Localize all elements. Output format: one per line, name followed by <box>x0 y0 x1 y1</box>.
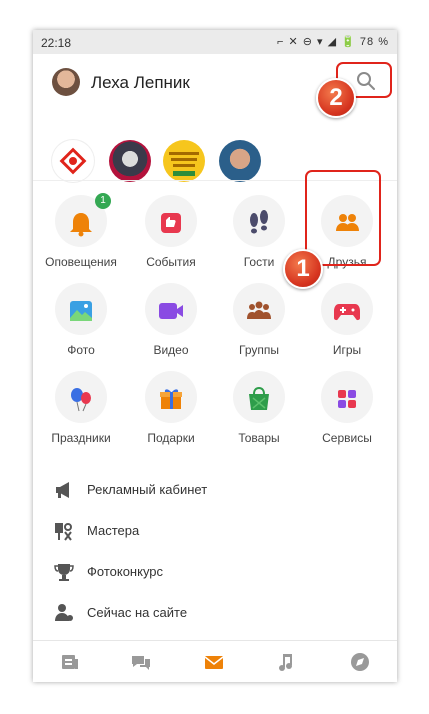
balloons-icon <box>71 388 91 412</box>
grid-item-gifts[interactable]: Подарки <box>125 365 217 445</box>
grid-item-notifications[interactable]: 1 Оповещения <box>35 189 127 269</box>
grid-item-holidays[interactable]: Праздники <box>35 365 127 445</box>
tab-feed[interactable] <box>59 651 81 673</box>
tools-icon <box>55 523 72 541</box>
tab-music[interactable] <box>275 651 297 673</box>
menu-item-ad-cabinet[interactable]: Рекламный кабинет <box>33 470 397 510</box>
grid-item-groups[interactable]: Группы <box>213 277 305 357</box>
bell-icon <box>70 213 92 237</box>
tab-discover[interactable] <box>349 651 371 673</box>
grid-item-label: Оповещения <box>45 255 117 269</box>
man-story-icon[interactable] <box>219 140 261 182</box>
story-item[interactable] <box>52 140 94 182</box>
compass-icon <box>351 653 369 671</box>
grid-item-label: Подарки <box>147 431 195 445</box>
profile-name[interactable]: Леха Лепник <box>91 73 190 93</box>
phone-screen: 22:18 ⌐ ✕ ⊖ ▾ ◢ 🔋 78 % Леха Лепник 1 Опо… <box>33 30 397 682</box>
grid-item-services[interactable]: Сервисы <box>301 365 393 445</box>
grid-item-label: Сервисы <box>322 431 372 445</box>
status-bar: 22:18 ⌐ ✕ ⊖ ▾ ◢ 🔋 78 % <box>33 30 397 54</box>
envelope-icon <box>204 656 224 669</box>
annotation-box-friends <box>305 170 381 266</box>
discussions-icon <box>132 656 150 670</box>
gift-icon <box>160 389 182 409</box>
feed-icon <box>62 655 78 669</box>
groups-icon <box>247 301 271 319</box>
music-note-icon <box>279 654 292 671</box>
notification-count-badge: 1 <box>95 193 111 209</box>
status-system-icons: ⌐ ✕ ⊖ ▾ ◢ 🔋 <box>277 36 356 48</box>
grid-item-label: Товары <box>238 431 280 445</box>
einstein-story-icon[interactable] <box>109 140 151 182</box>
services-icon <box>338 390 356 408</box>
gamepad-icon <box>334 304 360 321</box>
grid-item-label: События <box>146 255 196 269</box>
video-icon <box>159 303 183 319</box>
grid-item-label: Фото <box>67 343 95 357</box>
battery-level: 78 % <box>359 36 389 48</box>
tab-messages[interactable] <box>203 651 225 673</box>
grid-item-label: Праздники <box>51 431 111 445</box>
trophy-icon <box>54 564 74 581</box>
menu-item-online-now[interactable]: Сейчас на сайте <box>33 593 397 633</box>
status-icons: ⌐ ✕ ⊖ ▾ ◢ 🔋 78 % <box>277 35 389 48</box>
status-time: 22:18 <box>41 36 72 50</box>
tab-discussions[interactable] <box>130 651 152 673</box>
grid-item-label: Группы <box>239 343 279 357</box>
menu-item-label: Фотоконкурс <box>87 564 164 579</box>
grid-item-label: Игры <box>332 343 362 357</box>
annotation-badge-2: 2 <box>316 78 356 118</box>
story-text-lines-icon <box>169 152 199 176</box>
menu-item-label: Мастера <box>87 523 140 538</box>
profile-avatar[interactable] <box>52 68 80 96</box>
grid-item-label: Видео <box>153 343 189 357</box>
photo-icon <box>70 301 92 321</box>
menu-item-photo-contest[interactable]: Фотоконкурс <box>33 552 397 592</box>
grid-item-events[interactable]: События <box>125 189 217 269</box>
shopping-bag-icon <box>249 386 269 410</box>
bottom-tab-bar <box>33 640 397 682</box>
footprints-icon <box>250 210 268 234</box>
red-logo-story-icon <box>59 147 87 175</box>
grid-item-photo[interactable]: Фото <box>35 277 127 357</box>
grid-item-goods[interactable]: Товары <box>213 365 305 445</box>
person-online-icon <box>55 604 73 621</box>
thumbs-up-icon <box>161 213 181 233</box>
menu-item-masters[interactable]: Мастера <box>33 511 397 551</box>
menu-item-label: Сейчас на сайте <box>87 605 188 620</box>
megaphone-icon <box>56 482 69 498</box>
grid-item-video[interactable]: Видео <box>125 277 217 357</box>
grid-item-games[interactable]: Игры <box>301 277 393 357</box>
annotation-badge-1: 1 <box>283 249 323 289</box>
yellow-text-story-icon[interactable] <box>163 140 205 182</box>
menu-item-label: Рекламный кабинет <box>87 482 208 497</box>
